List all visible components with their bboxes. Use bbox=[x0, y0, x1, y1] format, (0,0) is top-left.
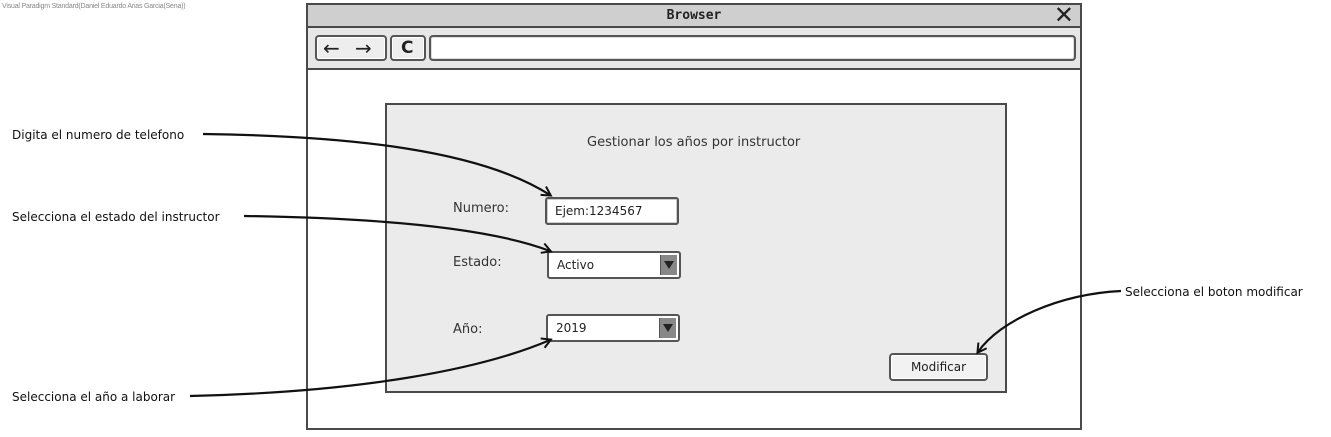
arrow-phone bbox=[202, 132, 550, 195]
annotation-arrows bbox=[189, 132, 1122, 398]
arrow-status bbox=[243, 214, 550, 251]
arrow-year bbox=[189, 340, 550, 398]
arrow-modify bbox=[978, 289, 1122, 352]
